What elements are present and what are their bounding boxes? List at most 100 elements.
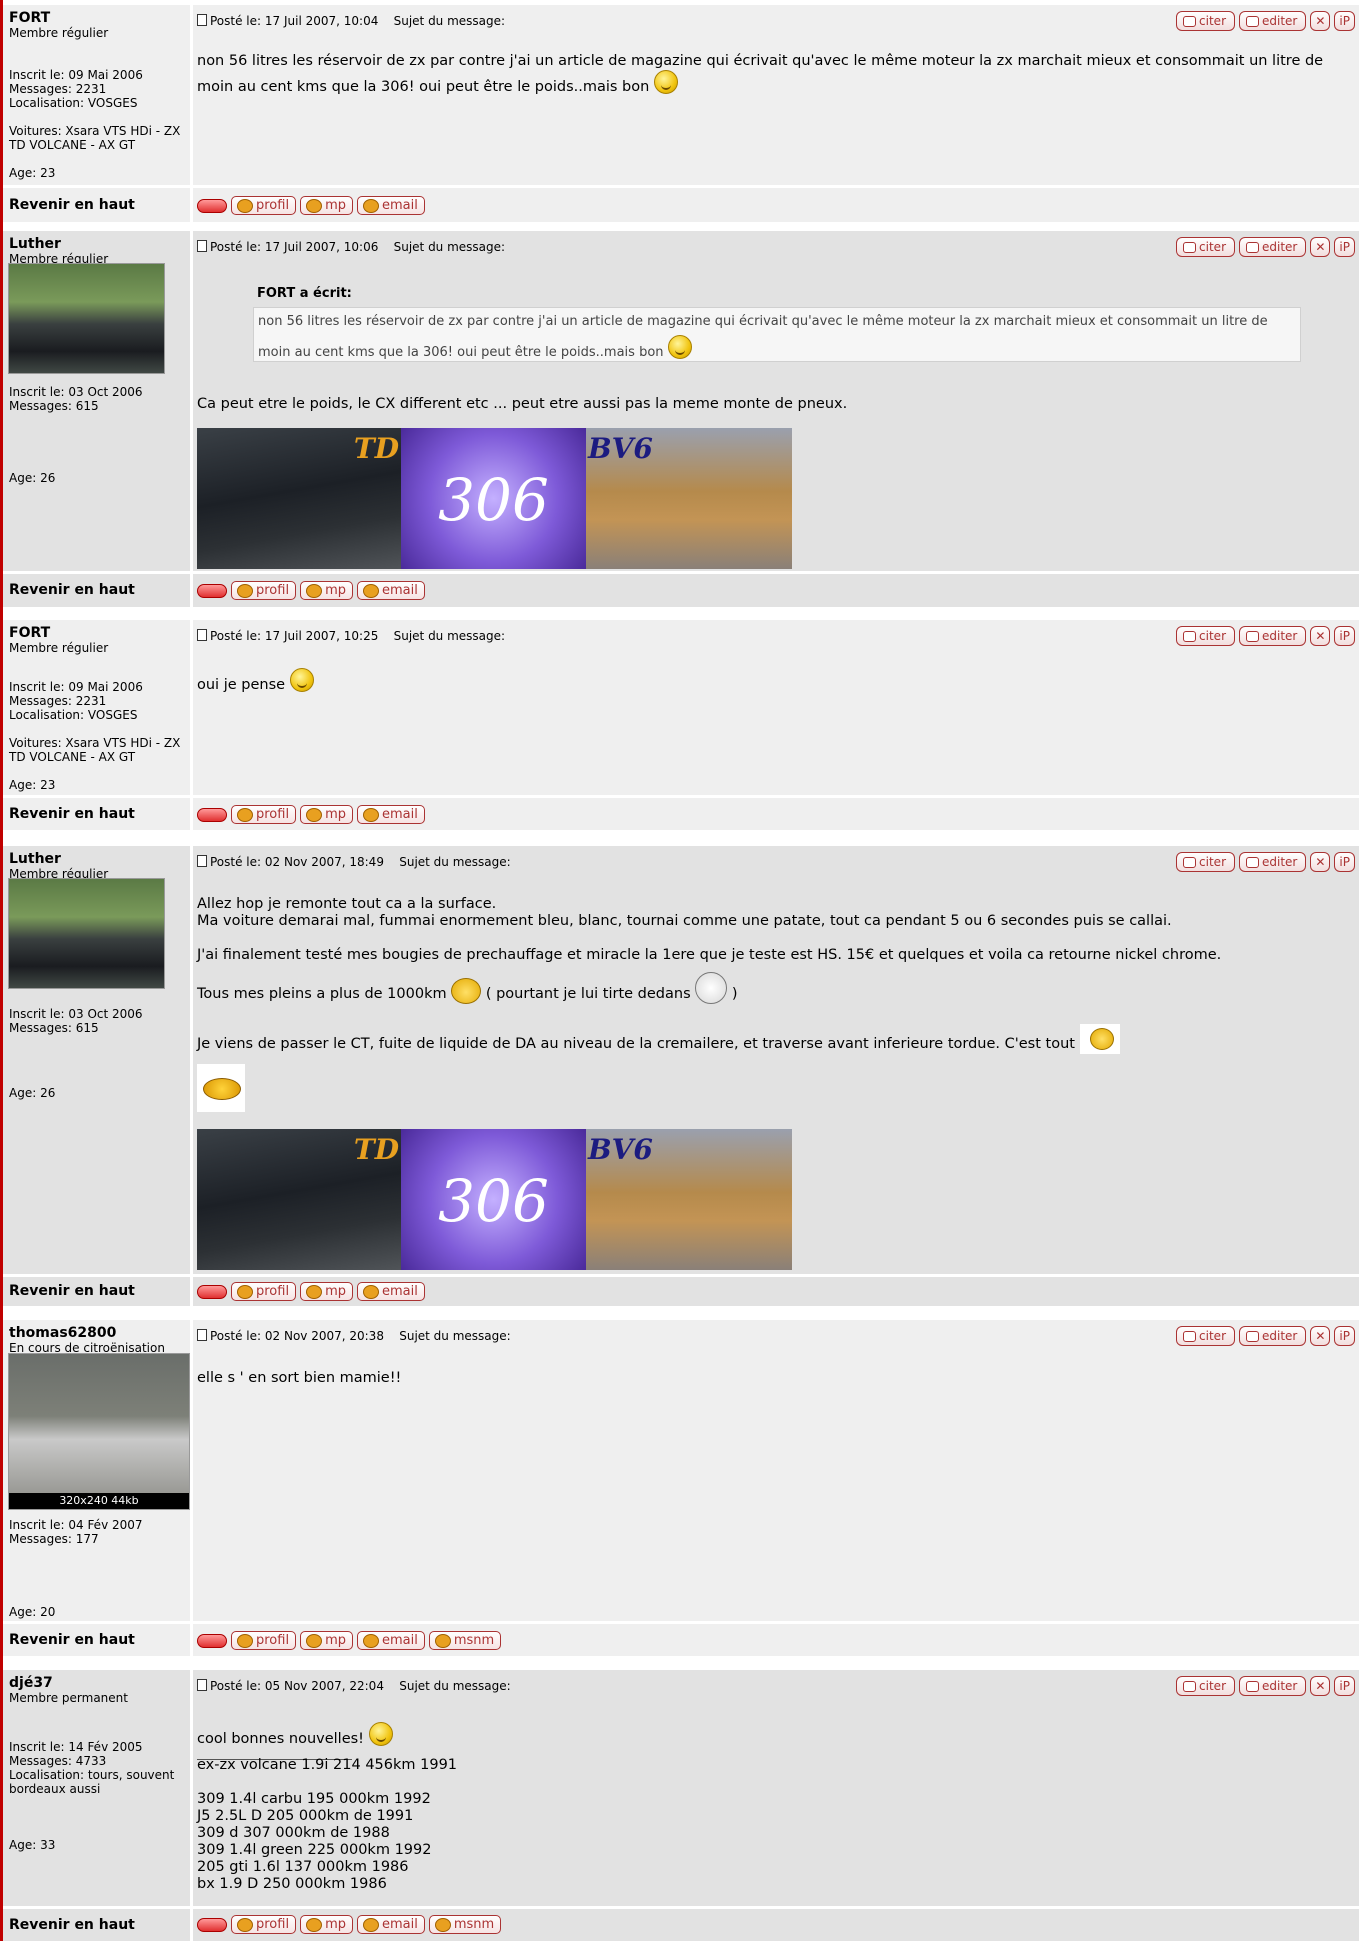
profile-button[interactable]: profil — [231, 581, 297, 600]
email-button[interactable]: email — [357, 1282, 425, 1301]
back-to-top-link[interactable]: Revenir en haut — [9, 582, 135, 598]
author-name[interactable]: FORT — [9, 625, 50, 641]
pm-button[interactable]: mp — [300, 1282, 353, 1301]
email-button[interactable]: email — [357, 581, 425, 600]
post-meta: Posté le: 17 Juil 2007, 10:06 Sujet du m… — [197, 240, 505, 254]
ip-button[interactable]: iP — [1334, 11, 1355, 31]
quote-button[interactable]: citer — [1176, 852, 1235, 872]
msn-button[interactable]: msnm — [428, 1915, 502, 1934]
pm-button[interactable]: mp — [300, 1631, 353, 1650]
author-name[interactable]: FORT — [9, 10, 50, 26]
ip-button[interactable]: iP — [1334, 852, 1355, 872]
delete-button[interactable]: ✕ — [1310, 1326, 1331, 1346]
profile-button[interactable]: profil — [231, 1631, 297, 1650]
post-body: elle s ' en sort bien mamie!! — [197, 1370, 402, 1386]
post-footer: profil mp email — [193, 574, 1359, 607]
signature: ex-zx volcane 1.9i 214 456km 1991 309 1.… — [197, 1757, 458, 1892]
delete-button[interactable]: ✕ — [1310, 852, 1331, 872]
ip-button[interactable]: iP — [1334, 237, 1355, 257]
post: FORT Membre régulier Inscrit le: 09 Mai … — [3, 5, 1359, 222]
edit-button[interactable]: editer — [1239, 1326, 1307, 1346]
quote-button[interactable]: citer — [1176, 1676, 1235, 1696]
quote-button[interactable]: citer — [1176, 1326, 1235, 1346]
avatar-caption: 320x240 44kb — [9, 1493, 189, 1509]
post-meta: Posté le: 02 Nov 2007, 20:38 Sujet du me… — [197, 1329, 511, 1343]
forum-thread: FORT Membre régulier Inscrit le: 09 Mai … — [0, 0, 1359, 1941]
author-info: Inscrit le: 09 Mai 2006 Messages: 2231 L… — [9, 68, 181, 180]
post-icon — [197, 1679, 207, 1691]
edit-button[interactable]: editer — [1239, 1676, 1307, 1696]
ip-button[interactable]: iP — [1334, 1326, 1355, 1346]
back-to-top-link[interactable]: Revenir en haut — [9, 197, 135, 213]
author-info: Inscrit le: 04 Fév 2007 Messages: 177 — [9, 1518, 143, 1546]
post-body: Allez hop je remonte tout ca a la surfac… — [197, 896, 1222, 1054]
author-age: Age: 33 — [9, 1838, 56, 1852]
back-to-top-link[interactable]: Revenir en haut — [9, 1632, 135, 1648]
post-content: Posté le: 02 Nov 2007, 20:38 Sujet du me… — [193, 1320, 1359, 1621]
post-footer: profil mp email — [193, 798, 1359, 830]
quote-button[interactable]: citer — [1176, 11, 1235, 31]
offline-status-icon — [197, 1284, 227, 1299]
post-meta: Posté le: 17 Juil 2007, 10:25 Sujet du m… — [197, 629, 505, 643]
post-body: cool bonnes nouvelles! ex-zx volcane 1.9… — [197, 1722, 1347, 1893]
author-name[interactable]: thomas62800 — [9, 1325, 116, 1341]
msn-button[interactable]: msnm — [428, 1631, 502, 1650]
edit-button[interactable]: editer — [1239, 626, 1307, 646]
back-to-top-link[interactable]: Revenir en haut — [9, 1283, 135, 1299]
author-panel: Luther Membre régulier Inscrit le: 03 Oc… — [3, 846, 190, 1274]
delete-button[interactable]: ✕ — [1310, 11, 1331, 31]
author-rank: Membre permanent — [9, 1691, 128, 1705]
thumbs-smiley-icon — [1079, 1024, 1120, 1054]
post: thomas62800 En cours de citroënisation 3… — [3, 1320, 1359, 1656]
post-footer: profil mp email — [193, 188, 1359, 222]
wink-smiley-icon — [667, 335, 692, 359]
profile-button[interactable]: profil — [231, 1915, 297, 1934]
footer-left: Revenir en haut — [3, 1277, 190, 1306]
author-name[interactable]: Luther — [9, 236, 61, 252]
profile-button[interactable]: profil — [231, 1282, 297, 1301]
post-body: oui je pense — [197, 668, 1347, 694]
footer-left: Revenir en haut — [3, 798, 190, 830]
post-content: Posté le: 17 Juil 2007, 10:25 Sujet du m… — [193, 620, 1359, 795]
edit-button[interactable]: editer — [1239, 11, 1307, 31]
profile-button[interactable]: profil — [231, 805, 297, 824]
post: Luther Membre régulier Inscrit le: 03 Oc… — [3, 231, 1359, 607]
author-rank: Membre régulier — [9, 641, 109, 655]
edit-button[interactable]: editer — [1239, 852, 1307, 872]
back-to-top-link[interactable]: Revenir en haut — [9, 1917, 135, 1933]
edit-button[interactable]: editer — [1239, 237, 1307, 257]
delete-button[interactable]: ✕ — [1310, 626, 1331, 646]
pm-button[interactable]: mp — [300, 581, 353, 600]
ip-button[interactable]: iP — [1334, 1676, 1355, 1696]
author-panel: djé37 Membre permanent Inscrit le: 14 Fé… — [3, 1670, 190, 1906]
pm-button[interactable]: mp — [300, 196, 353, 215]
email-button[interactable]: email — [357, 196, 425, 215]
post-icon — [197, 14, 207, 26]
back-to-top-link[interactable]: Revenir en haut — [9, 806, 135, 822]
ip-button[interactable]: iP — [1334, 626, 1355, 646]
offline-status-icon — [197, 198, 227, 213]
avatar — [8, 878, 165, 989]
email-button[interactable]: email — [357, 1631, 425, 1650]
pm-button[interactable]: mp — [300, 805, 353, 824]
signature-banner: TD 306 BV6 — [197, 428, 792, 569]
author-name[interactable]: Luther — [9, 851, 61, 867]
wink-smiley-icon — [368, 1722, 393, 1746]
author-panel: Luther Membre régulier Inscrit le: 03 Oc… — [3, 231, 190, 571]
delete-button[interactable]: ✕ — [1310, 237, 1331, 257]
quote-button[interactable]: citer — [1176, 237, 1235, 257]
delete-button[interactable]: ✕ — [1310, 1676, 1331, 1696]
quote-button[interactable]: citer — [1176, 626, 1235, 646]
pm-button[interactable]: mp — [300, 1915, 353, 1934]
post-meta: Posté le: 02 Nov 2007, 18:49 Sujet du me… — [197, 855, 511, 869]
footer-left: Revenir en haut — [3, 188, 190, 222]
post-footer: profil mp email — [193, 1277, 1359, 1306]
profile-button[interactable]: profil — [231, 196, 297, 215]
offline-status-icon — [197, 583, 227, 598]
email-button[interactable]: email — [357, 805, 425, 824]
email-button[interactable]: email — [357, 1915, 425, 1934]
author-name[interactable]: djé37 — [9, 1675, 53, 1691]
post: djé37 Membre permanent Inscrit le: 14 Fé… — [3, 1670, 1359, 1941]
author-panel: thomas62800 En cours de citroënisation 3… — [3, 1320, 190, 1621]
post-footer: profil mp email msnm — [193, 1624, 1359, 1656]
